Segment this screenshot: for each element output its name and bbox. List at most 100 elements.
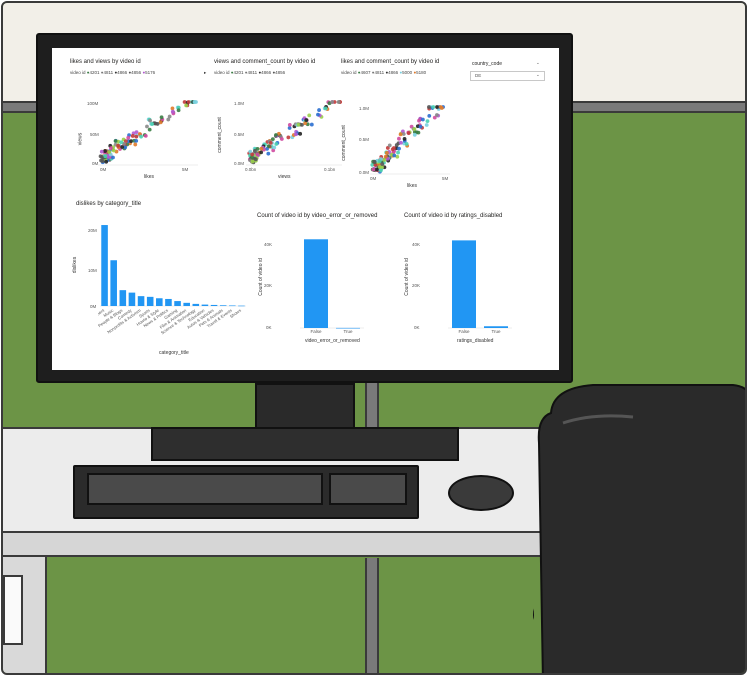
data-point [120, 145, 124, 149]
data-point [100, 159, 105, 164]
legend-item: 4866 [388, 70, 399, 75]
data-point [384, 150, 389, 155]
scatter3-plot [370, 105, 450, 175]
data-point [392, 153, 397, 158]
bar1-ylabel: dislikes [72, 256, 79, 274]
data-point [287, 122, 292, 127]
data-point [397, 136, 401, 141]
data-point [299, 122, 304, 127]
scatter2-title: views and comment_count by video id [214, 59, 316, 65]
data-point [266, 151, 271, 156]
scatter1-ylabel: views [77, 132, 84, 146]
data-point [397, 146, 401, 151]
scatter3-ylabel: comment_count [340, 125, 347, 161]
monitor-stand-base [151, 427, 459, 461]
data-point [155, 122, 160, 126]
bar [110, 260, 117, 306]
scatter1-xtick: 0M [100, 167, 107, 172]
bar [128, 292, 136, 306]
slicer-value: DE [475, 73, 482, 78]
tick-label: False [458, 329, 470, 334]
tick-label: True [343, 329, 353, 334]
bar [452, 240, 476, 328]
bar2-title: Count of video id by video_error_or_remo… [257, 213, 378, 219]
data-point [104, 159, 109, 164]
bar3-title: Count of video id by ratings_disabled [404, 213, 503, 219]
chevron-down-icon[interactable]: ⌄ [536, 60, 540, 66]
data-point [259, 150, 264, 155]
bar2-ytick: 20K [264, 283, 273, 288]
data-point [134, 139, 139, 143]
data-point [159, 115, 164, 120]
data-point [330, 100, 335, 104]
bar [304, 239, 328, 328]
slicer-label: country_code [472, 61, 503, 67]
bar2-ytick: 40K [264, 242, 273, 247]
bar [183, 302, 190, 306]
bar1-plot: EntertainmentMusicPeople & BlogsComedyNo… [98, 225, 246, 335]
data-point [412, 132, 417, 137]
data-point [250, 159, 255, 164]
tick-label: False [310, 329, 322, 334]
data-point [372, 159, 377, 164]
data-point [170, 106, 175, 111]
scatter1-legend: video id ●4201 ●4811 ●4866 ●4856 ●5176 [70, 70, 156, 75]
data-point [272, 145, 277, 150]
bar [229, 305, 236, 307]
data-point [139, 134, 144, 139]
data-point [259, 146, 264, 151]
data-point [130, 134, 135, 138]
picture-frame: likes and views by video id video id ●42… [1, 1, 747, 675]
scatter1-xtick: 5M [182, 167, 189, 172]
data-point [406, 131, 411, 136]
scatter2-legend: video id ●4201 ●4811 ●4866 ●4856 [214, 70, 286, 75]
bar [156, 298, 163, 306]
data-point [143, 133, 148, 138]
bar1-ytick: 10M [88, 268, 97, 273]
data-point [294, 132, 298, 137]
data-point [107, 150, 112, 154]
data-point [255, 152, 260, 157]
data-point [404, 142, 409, 146]
legend-item: 4856 [131, 70, 142, 75]
data-point [323, 106, 328, 111]
data-point [402, 136, 407, 141]
bar [238, 305, 245, 307]
scatter2-ylabel: comment_count [216, 117, 223, 153]
bar2-plot: False True [300, 239, 364, 334]
legend-scroll-arrow[interactable]: ▸ [204, 70, 206, 76]
scatter3-xtick: 5M [442, 176, 449, 181]
bar1-ytick: 20M [88, 228, 97, 233]
data-point [116, 143, 120, 148]
data-point [274, 133, 278, 137]
data-point [309, 122, 314, 127]
data-point [412, 127, 417, 131]
data-point [145, 124, 149, 129]
scatter1-legend-label: video id [70, 70, 86, 75]
scatter1-title: likes and views by video id [70, 59, 141, 65]
mouse [448, 475, 514, 511]
data-point [379, 168, 383, 173]
bar2-ylabel: Count of video id [257, 258, 264, 296]
data-point [307, 113, 312, 118]
data-point [134, 134, 139, 139]
data-point [377, 165, 382, 169]
legend-item: 4201 [233, 70, 244, 75]
scatter3-ytick: 0.0M [359, 170, 370, 175]
legend-item: 4201 [89, 70, 100, 75]
legend-item: 4866 [117, 70, 128, 75]
bar2-xlabel: video_error_or_removed [305, 338, 360, 344]
data-point [103, 154, 108, 159]
data-point [250, 152, 255, 157]
country-code-dropdown[interactable]: DE ⌄ [470, 71, 545, 81]
scatter1-plot [98, 100, 198, 166]
data-point [268, 140, 273, 145]
data-point [399, 140, 403, 145]
data-point [434, 113, 439, 117]
keyboard-main-keys [87, 473, 323, 505]
data-point [119, 140, 124, 145]
data-point [390, 147, 395, 152]
bar [210, 304, 218, 306]
bar1-ytick: 0M [90, 304, 97, 309]
bar3-xlabel: ratings_disabled [457, 338, 494, 344]
